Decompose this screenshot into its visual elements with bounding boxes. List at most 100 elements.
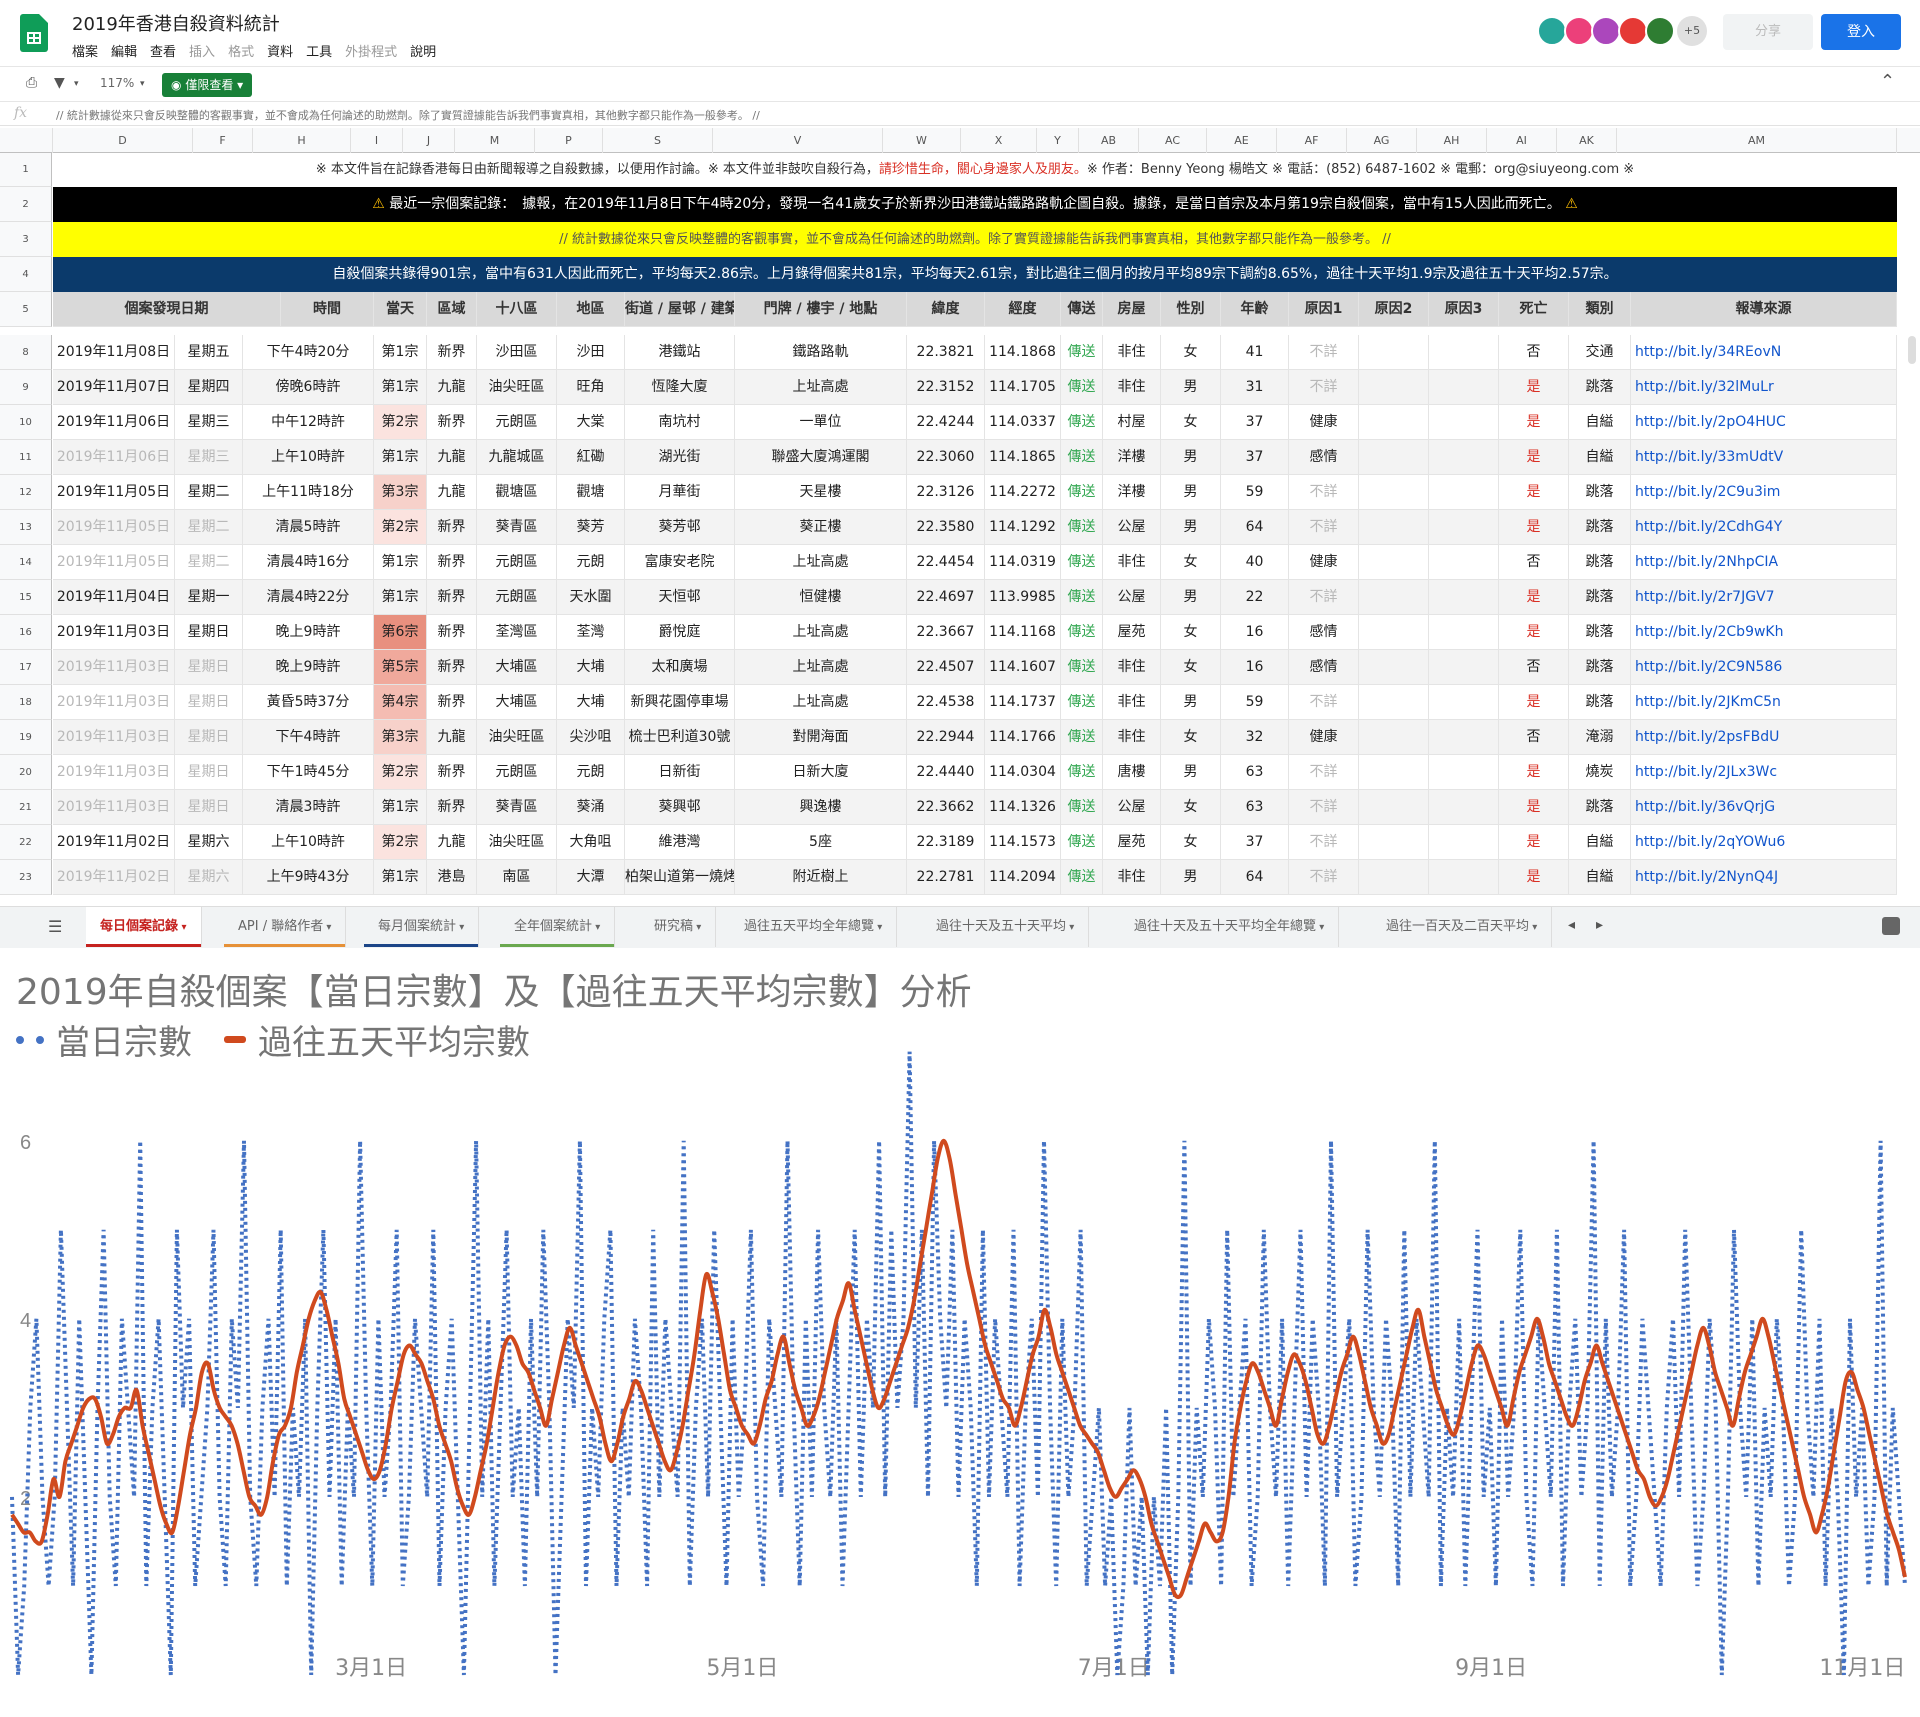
sex-cell[interactable]: 女 [1161, 335, 1221, 370]
reason3-cell[interactable] [1429, 370, 1499, 405]
menu-view[interactable]: 查看 [150, 41, 176, 60]
date-cell[interactable]: 2019年11月06日 [53, 440, 175, 475]
place-cell[interactable]: 恒健樓 [735, 580, 907, 615]
all-sheets-icon[interactable]: ☰ [48, 917, 62, 936]
source-link-cell[interactable]: http://bit.ly/2psFBdU [1631, 720, 1897, 755]
sheet-tab[interactable]: 研究稿 ▾ [640, 907, 717, 947]
row-number[interactable]: 17 [0, 650, 52, 685]
time-cell[interactable]: 傍晚6時許 [243, 370, 374, 405]
column-header[interactable]: S [603, 128, 713, 153]
weekday-cell[interactable]: 星期日 [175, 685, 243, 720]
time-cell[interactable]: 黃昏5時37分 [243, 685, 374, 720]
send-link-cell[interactable]: 傳送 [1061, 335, 1103, 370]
longitude-cell[interactable]: 114.1292 [985, 510, 1061, 545]
embedded-chart[interactable]: 2019年自殺個案【當日宗數】及【過往五天平均宗數】分析 當日宗數 過往五天平均… [0, 955, 1920, 1717]
reason3-cell[interactable] [1429, 335, 1499, 370]
day-count-cell[interactable]: 第2宗 [374, 405, 427, 440]
row-number[interactable]: 4 [0, 257, 52, 292]
category-cell[interactable]: 跳落 [1569, 510, 1631, 545]
column-header[interactable]: X [961, 128, 1037, 153]
time-cell[interactable]: 清晨4時22分 [243, 580, 374, 615]
reason1-cell[interactable]: 不詳 [1289, 510, 1359, 545]
day-count-cell[interactable]: 第1宗 [374, 545, 427, 580]
column-header[interactable]: J [403, 128, 455, 153]
column-header[interactable]: AM [1617, 128, 1897, 153]
reason1-cell[interactable]: 健康 [1289, 720, 1359, 755]
area-cell[interactable]: 觀塘 [557, 475, 625, 510]
housing-cell[interactable]: 公屋 [1103, 510, 1161, 545]
menu-file[interactable]: 檔案 [72, 41, 98, 60]
housing-cell[interactable]: 非住 [1103, 545, 1161, 580]
place-cell[interactable]: 5座 [735, 825, 907, 860]
reason2-cell[interactable] [1359, 860, 1429, 895]
reason3-cell[interactable] [1429, 440, 1499, 475]
row-number[interactable]: 8 [0, 335, 52, 370]
time-cell[interactable]: 上午10時許 [243, 825, 374, 860]
column-header[interactable]: D [53, 128, 193, 153]
reason1-cell[interactable]: 健康 [1289, 545, 1359, 580]
sheets-logo-icon[interactable] [20, 14, 48, 52]
street-cell[interactable]: 柏架山道第一燒烤區 [625, 860, 735, 895]
weekday-cell[interactable]: 星期日 [175, 650, 243, 685]
source-link-cell[interactable]: http://bit.ly/2JLx3Wc [1631, 755, 1897, 790]
source-link-cell[interactable]: http://bit.ly/34REovN [1631, 335, 1897, 370]
weekday-cell[interactable]: 星期二 [175, 510, 243, 545]
age-cell[interactable]: 22 [1221, 580, 1289, 615]
longitude-cell[interactable]: 114.1705 [985, 370, 1061, 405]
death-cell[interactable]: 是 [1499, 685, 1569, 720]
housing-cell[interactable]: 非住 [1103, 335, 1161, 370]
table-header-cell[interactable]: 個案發現日期 [53, 292, 281, 327]
district-cell[interactable]: 油尖旺區 [477, 370, 557, 405]
district-cell[interactable]: 元朗區 [477, 405, 557, 440]
latitude-cell[interactable]: 22.3667 [907, 615, 985, 650]
more-collaborators-badge[interactable]: +5 [1677, 16, 1707, 46]
death-cell[interactable]: 否 [1499, 650, 1569, 685]
date-cell[interactable]: 2019年11月03日 [53, 720, 175, 755]
share-button[interactable]: 分享 [1723, 14, 1813, 50]
street-cell[interactable]: 爵悅庭 [625, 615, 735, 650]
time-cell[interactable]: 下午1時45分 [243, 755, 374, 790]
place-cell[interactable]: 日新大廈 [735, 755, 907, 790]
reason3-cell[interactable] [1429, 475, 1499, 510]
category-cell[interactable]: 跳落 [1569, 580, 1631, 615]
day-count-cell[interactable]: 第1宗 [374, 580, 427, 615]
area-cell[interactable]: 葵芳 [557, 510, 625, 545]
menu-data[interactable]: 資料 [267, 41, 293, 60]
category-cell[interactable]: 跳落 [1569, 685, 1631, 720]
street-cell[interactable]: 恆隆大廈 [625, 370, 735, 405]
row-number[interactable]: 22 [0, 825, 52, 860]
source-link-cell[interactable]: http://bit.ly/2C9u3im [1631, 475, 1897, 510]
weekday-cell[interactable]: 星期六 [175, 860, 243, 895]
reason2-cell[interactable] [1359, 720, 1429, 755]
longitude-cell[interactable]: 114.0319 [985, 545, 1061, 580]
date-cell[interactable]: 2019年11月03日 [53, 650, 175, 685]
menu-tools[interactable]: 工具 [306, 41, 332, 60]
reason3-cell[interactable] [1429, 650, 1499, 685]
longitude-cell[interactable]: 114.1737 [985, 685, 1061, 720]
scroll-left-icon[interactable]: ◂ [1568, 917, 1575, 933]
weekday-cell[interactable]: 星期五 [175, 335, 243, 370]
age-cell[interactable]: 63 [1221, 790, 1289, 825]
weekday-cell[interactable]: 星期二 [175, 545, 243, 580]
latitude-cell[interactable]: 22.3152 [907, 370, 985, 405]
age-cell[interactable]: 16 [1221, 615, 1289, 650]
longitude-cell[interactable]: 114.1607 [985, 650, 1061, 685]
print-icon[interactable]: ⎙ [26, 75, 37, 91]
category-cell[interactable]: 跳落 [1569, 615, 1631, 650]
table-header-cell[interactable]: 年齡 [1221, 292, 1289, 327]
district-cell[interactable]: 油尖旺區 [477, 825, 557, 860]
row-number[interactable]: 9 [0, 370, 52, 405]
menu-help[interactable]: 說明 [410, 41, 436, 60]
date-cell[interactable]: 2019年11月02日 [53, 860, 175, 895]
category-cell[interactable]: 跳落 [1569, 545, 1631, 580]
place-cell[interactable]: 葵正樓 [735, 510, 907, 545]
day-count-cell[interactable]: 第1宗 [374, 860, 427, 895]
reason3-cell[interactable] [1429, 545, 1499, 580]
age-cell[interactable]: 31 [1221, 370, 1289, 405]
death-cell[interactable]: 是 [1499, 370, 1569, 405]
series-line-daily[interactable] [10, 1051, 1907, 1676]
housing-cell[interactable]: 非住 [1103, 860, 1161, 895]
category-cell[interactable]: 自縊 [1569, 405, 1631, 440]
region-cell[interactable]: 九龍 [427, 720, 477, 755]
reason2-cell[interactable] [1359, 790, 1429, 825]
